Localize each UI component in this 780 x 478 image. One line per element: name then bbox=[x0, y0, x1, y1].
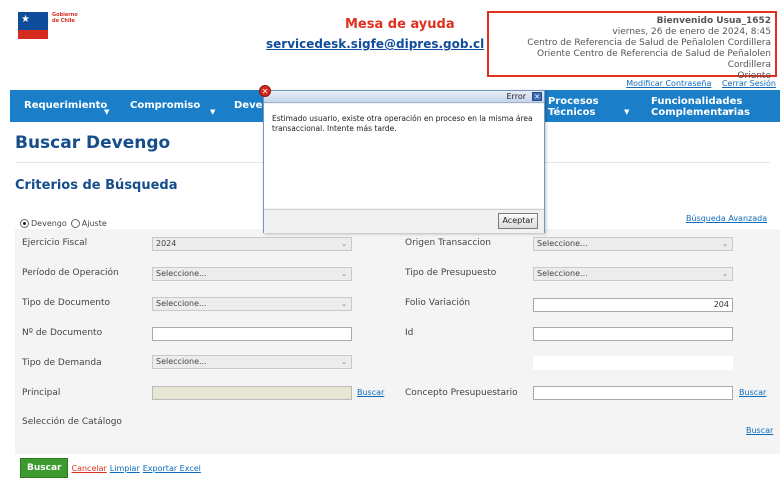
aceptar-button[interactable]: Aceptar bbox=[498, 213, 538, 229]
helpdesk-title: Mesa de ayuda bbox=[345, 17, 455, 32]
tipo-presupuesto-label: Tipo de Presupuesto bbox=[405, 268, 497, 278]
nro-documento-input[interactable] bbox=[152, 327, 352, 341]
chevron-down-icon: ⌄ bbox=[341, 300, 347, 308]
buscar-button[interactable]: Buscar bbox=[20, 458, 69, 478]
periodo-select[interactable]: Seleccione... ⌄ bbox=[152, 267, 352, 281]
exportar-excel-link[interactable]: Exportar Excel bbox=[143, 464, 201, 473]
radio-devengo[interactable] bbox=[20, 219, 29, 228]
top-links: Modificar Contraseña Cerrar Sesión bbox=[618, 79, 776, 88]
dialog-message: Estimado usuario, existe otra operación … bbox=[272, 114, 533, 133]
page-title: Buscar Devengo bbox=[15, 133, 171, 153]
chevron-down-icon: ⌄ bbox=[341, 358, 347, 366]
chevron-down-icon: ⌄ bbox=[722, 270, 728, 278]
concepto-label: Concepto Presupuestario bbox=[405, 388, 518, 398]
gobierno-logo: ★ bbox=[18, 12, 48, 39]
change-password-link[interactable]: Modificar Contraseña bbox=[626, 79, 711, 88]
user-info-box: Bienvenido Usua_1652 viernes, 26 de ener… bbox=[487, 11, 777, 81]
datetime-text: viernes, 26 de enero de 2024, 8:45 bbox=[612, 27, 771, 37]
chevron-down-icon: ⌄ bbox=[341, 240, 347, 248]
logout-link[interactable]: Cerrar Sesión bbox=[722, 79, 776, 88]
section-title: Criterios de Búsqueda bbox=[15, 178, 178, 193]
nav-compromiso[interactable]: Compromiso bbox=[130, 100, 200, 111]
tipo-documento-label: Tipo de Documento bbox=[22, 298, 111, 308]
radio-devengo-label: Devengo bbox=[31, 219, 67, 228]
catalogo-label: Selección de Catálogo bbox=[22, 417, 122, 427]
origen-select[interactable]: Seleccione... ⌄ bbox=[533, 237, 733, 251]
principal-label: Principal bbox=[22, 388, 61, 398]
radio-ajuste-label: Ajuste bbox=[81, 219, 107, 228]
id-label: Id bbox=[405, 328, 414, 338]
error-icon: ✕ bbox=[259, 85, 271, 97]
helpdesk-email-link[interactable]: servicedesk.sigfe@dipres.gob.cl bbox=[266, 37, 484, 51]
close-icon[interactable]: ✕ bbox=[532, 92, 542, 101]
radio-ajuste[interactable] bbox=[70, 219, 80, 228]
error-dialog: Error ✕ ✕ Estimado usuario, existe otra … bbox=[259, 85, 545, 233]
welcome-text: Bienvenido Usua_1652 bbox=[656, 16, 771, 26]
dialog-footer: Aceptar bbox=[264, 209, 544, 233]
tipo-demanda-select[interactable]: Seleccione... ⌄ bbox=[152, 355, 352, 369]
limpiar-link[interactable]: Limpiar bbox=[110, 464, 140, 473]
ejercicio-select[interactable]: 2024 ⌄ bbox=[152, 237, 352, 251]
origen-label: Origen Transaccion bbox=[405, 238, 492, 248]
institution-line-2: Oriente Centro de Referencia de Salud de… bbox=[537, 49, 771, 70]
chevron-down-icon: ⌄ bbox=[341, 270, 347, 278]
nav-requerimiento[interactable]: Requerimiento bbox=[24, 100, 107, 111]
search-form bbox=[15, 229, 780, 454]
star-icon: ★ bbox=[21, 14, 30, 25]
institution-line-1: Centro de Referencia de Salud de Peñalol… bbox=[527, 38, 771, 48]
logo-text: Gobierno de Chile bbox=[52, 12, 78, 24]
advanced-search-link[interactable]: Búsqueda Avanzada bbox=[686, 214, 767, 223]
concepto-buscar-link[interactable]: Buscar bbox=[739, 388, 766, 397]
folio-label: Folio Variación bbox=[405, 298, 471, 308]
blank-field bbox=[533, 356, 733, 370]
search-type-radio-group: Devengo Ajuste bbox=[20, 219, 107, 228]
id-input[interactable] bbox=[533, 327, 733, 341]
chevron-down-icon: ▼ bbox=[104, 108, 110, 116]
tipo-presupuesto-select[interactable]: Seleccione... ⌄ bbox=[533, 267, 733, 281]
chevron-down-icon: ▼ bbox=[624, 108, 630, 116]
tipo-documento-select[interactable]: Seleccione... ⌄ bbox=[152, 297, 352, 311]
periodo-label: Período de Operación bbox=[22, 268, 119, 278]
nav-procesos-tecnicos[interactable]: Procesos Técnicos bbox=[548, 96, 599, 118]
tipo-demanda-label: Tipo de Demanda bbox=[22, 358, 102, 368]
catalogo-buscar-link[interactable]: Buscar bbox=[746, 426, 773, 435]
nav-funcionalidades[interactable]: Funcionalidades Complementarias bbox=[651, 96, 750, 118]
nro-documento-label: Nº de Documento bbox=[22, 328, 103, 338]
form-actions: Buscar Cancelar Limpiar Exportar Excel bbox=[20, 458, 201, 478]
principal-input bbox=[152, 386, 352, 400]
folio-input[interactable]: 204 bbox=[533, 298, 733, 312]
concepto-input[interactable] bbox=[533, 386, 733, 400]
chevron-down-icon: ▼ bbox=[728, 108, 734, 116]
dialog-title: Error bbox=[506, 92, 527, 101]
cancelar-link[interactable]: Cancelar bbox=[71, 464, 106, 473]
ejercicio-label: Ejercicio Fiscal bbox=[22, 238, 88, 248]
chevron-down-icon: ▼ bbox=[210, 108, 216, 116]
chevron-down-icon: ⌄ bbox=[722, 240, 728, 248]
principal-buscar-link[interactable]: Buscar bbox=[357, 388, 384, 397]
dialog-body: Estimado usuario, existe otra operación … bbox=[264, 104, 544, 208]
dialog-title-bar[interactable]: Error ✕ bbox=[264, 91, 544, 103]
